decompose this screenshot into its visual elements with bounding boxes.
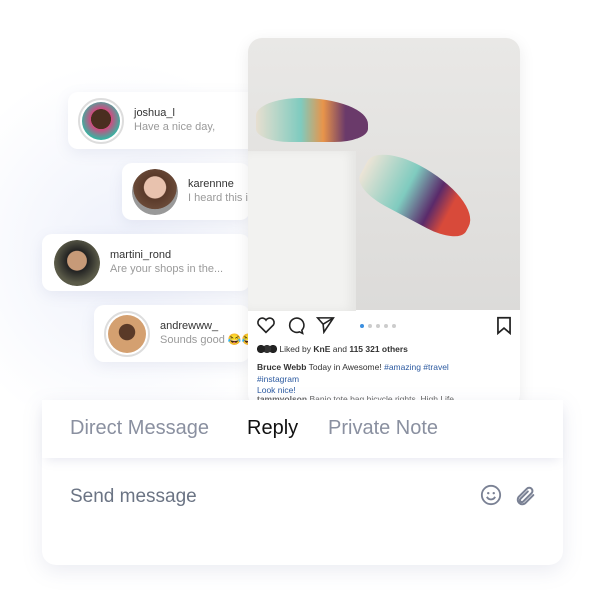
instagram-post: Liked by KnE and 115 321 others Bruce We… xyxy=(248,38,520,408)
caption: Bruce Webb Today in Awesome! #amazing #t… xyxy=(257,362,449,372)
heart-icon[interactable] xyxy=(256,316,276,334)
likes-line: Liked by KnE and 115 321 others xyxy=(257,344,408,354)
tab-private-note[interactable]: Private Note xyxy=(328,417,438,440)
message-preview: I heard this is a good xyxy=(188,192,250,204)
message-preview: Have a nice day, xyxy=(134,121,216,133)
message-preview: Are your shops in the... xyxy=(110,263,224,275)
share-icon[interactable] xyxy=(316,316,335,334)
message-preview: Sounds good 😂😂 xyxy=(160,334,250,346)
conversation-item[interactable]: andrewww_ Sounds good 😂😂 xyxy=(94,305,250,362)
tab-direct-message[interactable]: Direct Message xyxy=(70,417,209,440)
composer-tabs: Direct Message Reply Private Note xyxy=(42,400,563,458)
username: andrewww_ xyxy=(160,320,219,332)
conversation-item[interactable]: martini_rond Are your shops in the... xyxy=(42,234,250,291)
avatar xyxy=(54,239,100,286)
bookmark-icon[interactable] xyxy=(496,316,512,335)
avatar xyxy=(132,168,178,215)
username: joshua_l xyxy=(134,107,175,119)
avatar xyxy=(104,310,150,357)
hashtag[interactable]: #instagram xyxy=(257,374,299,384)
composer-panel: Direct Message Reply Private Note Send m… xyxy=(42,400,563,565)
avatar xyxy=(78,97,124,144)
liker-avatars-icon xyxy=(257,345,277,353)
tab-reply[interactable]: Reply xyxy=(247,417,298,440)
post-image xyxy=(248,38,520,311)
emoji-icon[interactable] xyxy=(480,484,502,506)
comment-icon[interactable] xyxy=(286,316,305,335)
username: martini_rond xyxy=(110,249,172,261)
paperclip-icon[interactable] xyxy=(515,484,537,508)
carousel-indicator xyxy=(360,324,396,328)
conversation-item[interactable]: karennne I heard this is a good xyxy=(122,163,250,220)
message-input[interactable]: Send message xyxy=(70,486,197,508)
username: karennne xyxy=(188,178,234,190)
